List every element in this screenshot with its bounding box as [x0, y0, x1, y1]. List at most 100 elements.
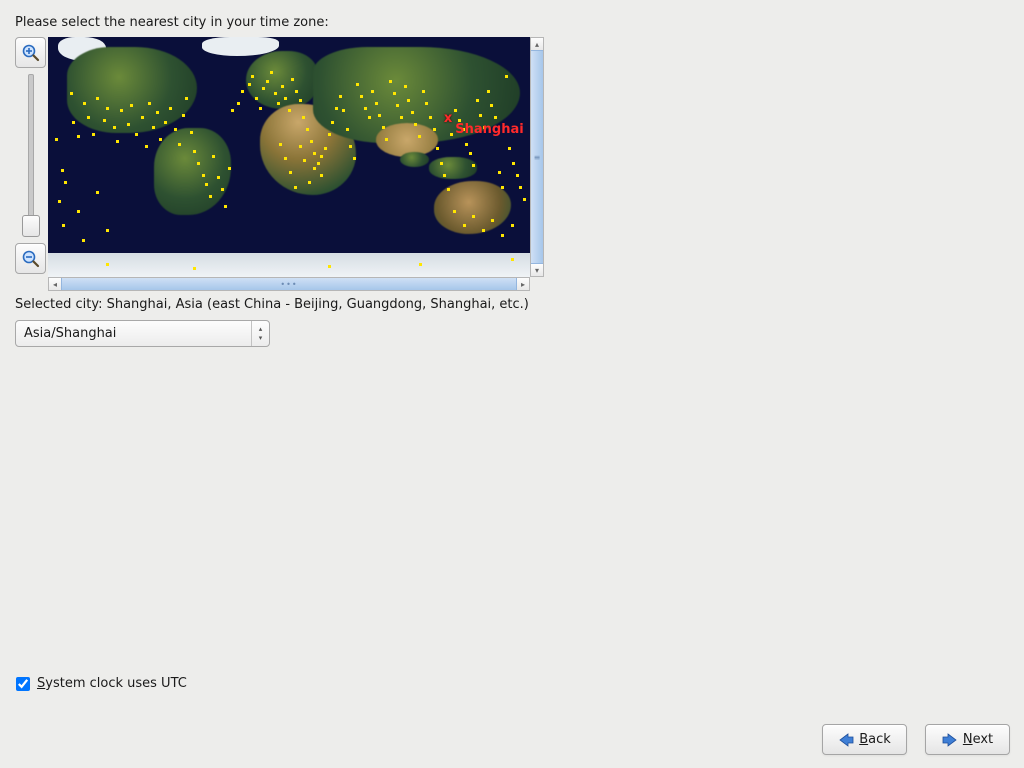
city-dot[interactable] — [164, 121, 167, 124]
city-dot[interactable] — [288, 109, 291, 112]
city-dot[interactable] — [353, 157, 356, 160]
city-dot[interactable] — [279, 143, 282, 146]
city-dot[interactable] — [299, 145, 302, 148]
city-dot[interactable] — [382, 126, 385, 129]
city-dot[interactable] — [491, 219, 494, 222]
zoom-in-button[interactable] — [15, 37, 46, 68]
city-dot[interactable] — [193, 150, 196, 153]
city-dot[interactable] — [436, 147, 439, 150]
scroll-right-button[interactable]: ▸ — [517, 278, 529, 290]
city-dot[interactable] — [411, 111, 414, 114]
city-dot[interactable] — [472, 164, 475, 167]
city-dot[interactable] — [185, 97, 188, 100]
city-dot[interactable] — [339, 95, 342, 98]
city-dot[interactable] — [342, 109, 345, 112]
city-dot[interactable] — [450, 133, 453, 136]
city-dot[interactable] — [120, 109, 123, 112]
city-dot[interactable] — [212, 155, 215, 158]
city-dot[interactable] — [419, 263, 422, 266]
city-dot[interactable] — [62, 224, 65, 227]
city-dot[interactable] — [482, 229, 485, 232]
city-dot[interactable] — [248, 83, 251, 86]
city-dot[interactable] — [193, 267, 196, 270]
city-dot[interactable] — [393, 92, 396, 95]
city-dot[interactable] — [259, 107, 262, 110]
city-dot[interactable] — [320, 174, 323, 177]
zoom-slider[interactable] — [28, 74, 34, 237]
city-dot[interactable] — [70, 92, 73, 95]
city-dot[interactable] — [148, 102, 151, 105]
city-dot[interactable] — [407, 99, 410, 102]
city-dot[interactable] — [508, 147, 511, 150]
city-dot[interactable] — [266, 80, 269, 83]
city-dot[interactable] — [284, 97, 287, 100]
city-dot[interactable] — [281, 85, 284, 88]
city-dot[interactable] — [96, 97, 99, 100]
city-dot[interactable] — [425, 102, 428, 105]
city-dot[interactable] — [58, 200, 61, 203]
city-dot[interactable] — [324, 147, 327, 150]
horizontal-scroll-thumb[interactable]: ••• — [61, 278, 517, 290]
city-dot[interactable] — [294, 186, 297, 189]
city-dot[interactable] — [274, 92, 277, 95]
city-dot[interactable] — [368, 116, 371, 119]
city-dot[interactable] — [465, 143, 468, 146]
city-dot[interactable] — [182, 114, 185, 117]
city-dot[interactable] — [197, 162, 200, 165]
city-dot[interactable] — [501, 186, 504, 189]
city-dot[interactable] — [414, 123, 417, 126]
city-dot[interactable] — [375, 102, 378, 105]
city-dot[interactable] — [64, 181, 67, 184]
city-dot[interactable] — [317, 162, 320, 165]
city-dot[interactable] — [433, 128, 436, 131]
city-dot[interactable] — [519, 186, 522, 189]
city-dot[interactable] — [447, 188, 450, 191]
city-dot[interactable] — [174, 128, 177, 131]
city-dot[interactable] — [190, 131, 193, 134]
city-dot[interactable] — [389, 80, 392, 83]
city-dot[interactable] — [331, 121, 334, 124]
city-dot[interactable] — [472, 215, 475, 218]
city-dot[interactable] — [77, 210, 80, 213]
city-dot[interactable] — [106, 107, 109, 110]
city-dot[interactable] — [61, 169, 64, 172]
map-horizontal-scrollbar[interactable]: ◂ ••• ▸ — [48, 277, 530, 291]
zoom-slider-thumb[interactable] — [22, 215, 40, 237]
scroll-left-button[interactable]: ◂ — [49, 278, 61, 290]
world-map[interactable]: xShanghai ▴ ≡ ▾ ◂ ••• ▸ — [48, 37, 544, 291]
city-dot[interactable] — [92, 133, 95, 136]
city-dot[interactable] — [490, 104, 493, 107]
city-dot[interactable] — [241, 90, 244, 93]
city-dot[interactable] — [335, 107, 338, 110]
city-dot[interactable] — [422, 90, 425, 93]
city-dot[interactable] — [429, 116, 432, 119]
city-dot[interactable] — [284, 157, 287, 160]
back-button[interactable]: Back — [822, 724, 907, 755]
scroll-up-button[interactable]: ▴ — [531, 38, 543, 50]
city-dot[interactable] — [237, 102, 240, 105]
city-dot[interactable] — [328, 265, 331, 268]
city-dot[interactable] — [299, 99, 302, 102]
city-dot[interactable] — [141, 116, 144, 119]
city-dot[interactable] — [378, 114, 381, 117]
city-dot[interactable] — [356, 83, 359, 86]
city-dot[interactable] — [476, 99, 479, 102]
city-dot[interactable] — [87, 116, 90, 119]
city-dot[interactable] — [289, 171, 292, 174]
system-clock-utc-checkbox[interactable]: System clock uses UTC — [16, 676, 187, 691]
city-dot[interactable] — [360, 95, 363, 98]
city-dot[interactable] — [202, 174, 205, 177]
city-dot[interactable] — [106, 263, 109, 266]
city-dot[interactable] — [443, 174, 446, 177]
city-dot[interactable] — [262, 87, 265, 90]
city-dot[interactable] — [501, 234, 504, 237]
timezone-select[interactable]: Asia/Shanghai ▴▾ — [15, 320, 270, 347]
city-dot[interactable] — [310, 140, 313, 143]
city-dot[interactable] — [291, 78, 294, 81]
city-dot[interactable] — [306, 128, 309, 131]
city-dot[interactable] — [511, 258, 514, 261]
city-dot[interactable] — [463, 224, 466, 227]
city-dot[interactable] — [479, 114, 482, 117]
city-dot[interactable] — [313, 167, 316, 170]
city-dot[interactable] — [277, 102, 280, 105]
